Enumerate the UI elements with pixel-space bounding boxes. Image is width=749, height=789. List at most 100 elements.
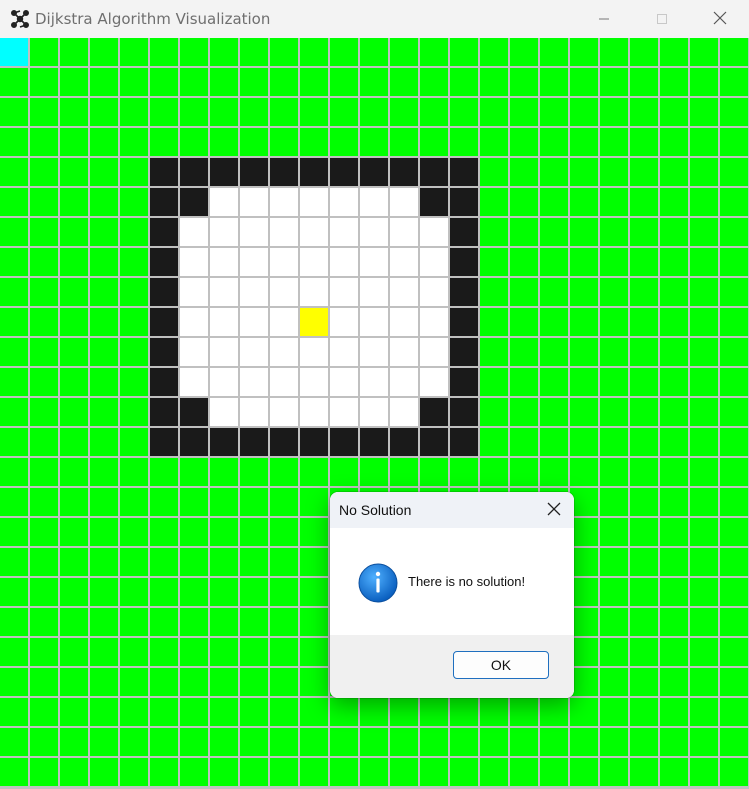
grid-cell-open[interactable] xyxy=(660,68,688,96)
grid-cell-open[interactable] xyxy=(300,488,328,516)
grid-cell-open[interactable] xyxy=(300,128,328,156)
grid-cell-open[interactable] xyxy=(480,218,508,246)
grid-cell-open[interactable] xyxy=(30,518,58,546)
grid-cell-open[interactable] xyxy=(570,98,598,126)
grid-cell-open[interactable] xyxy=(570,638,598,666)
grid-cell-open[interactable] xyxy=(510,278,538,306)
grid-cell-open[interactable] xyxy=(210,638,238,666)
grid-cell-open[interactable] xyxy=(720,38,748,66)
grid-cell-open[interactable] xyxy=(690,128,718,156)
grid-cell-open[interactable] xyxy=(60,308,88,336)
grid-cell-unvisited[interactable] xyxy=(390,278,418,306)
grid-cell-open[interactable] xyxy=(660,638,688,666)
grid-cell-open[interactable] xyxy=(420,698,448,726)
grid-cell-open[interactable] xyxy=(690,608,718,636)
grid-cell-open[interactable] xyxy=(600,38,628,66)
grid-cell-open[interactable] xyxy=(30,218,58,246)
grid-cell-open[interactable] xyxy=(0,278,28,306)
grid-cell-open[interactable] xyxy=(120,98,148,126)
grid-cell-open[interactable] xyxy=(30,668,58,696)
grid-cell-open[interactable] xyxy=(150,98,178,126)
grid-cell-open[interactable] xyxy=(180,548,208,576)
grid-cell-unvisited[interactable] xyxy=(360,248,388,276)
grid-cell-open[interactable] xyxy=(210,488,238,516)
grid-cell-open[interactable] xyxy=(690,248,718,276)
grid-cell-open[interactable] xyxy=(720,158,748,186)
grid-cell-open[interactable] xyxy=(360,128,388,156)
grid-cell-open[interactable] xyxy=(240,98,268,126)
grid-cell-open[interactable] xyxy=(0,608,28,636)
grid-cell-open[interactable] xyxy=(120,308,148,336)
grid-cell-open[interactable] xyxy=(60,458,88,486)
grid-cell-open[interactable] xyxy=(540,38,568,66)
grid-cell-open[interactable] xyxy=(90,188,118,216)
grid-cell-wall[interactable] xyxy=(150,248,178,276)
grid-cell-unvisited[interactable] xyxy=(390,368,418,396)
grid-cell-open[interactable] xyxy=(630,68,658,96)
grid-cell-wall[interactable] xyxy=(450,398,478,426)
grid-cell-open[interactable] xyxy=(60,578,88,606)
grid-cell-open[interactable] xyxy=(120,488,148,516)
grid-cell-open[interactable] xyxy=(600,458,628,486)
grid-cell-open[interactable] xyxy=(720,278,748,306)
grid-cell-open[interactable] xyxy=(690,98,718,126)
grid-cell-open[interactable] xyxy=(0,638,28,666)
grid-cell-open[interactable] xyxy=(0,428,28,456)
grid-cell-open[interactable] xyxy=(30,578,58,606)
grid-cell-open[interactable] xyxy=(510,758,538,786)
grid-cell-unvisited[interactable] xyxy=(390,218,418,246)
grid-cell-wall[interactable] xyxy=(420,398,448,426)
grid-cell-open[interactable] xyxy=(390,98,418,126)
grid-cell-open[interactable] xyxy=(720,398,748,426)
grid-cell-wall[interactable] xyxy=(420,428,448,456)
grid-cell-open[interactable] xyxy=(510,248,538,276)
grid-cell-open[interactable] xyxy=(540,758,568,786)
grid-cell-open[interactable] xyxy=(120,728,148,756)
grid-cell-open[interactable] xyxy=(150,608,178,636)
grid-cell-open[interactable] xyxy=(660,368,688,396)
grid-cell-open[interactable] xyxy=(600,218,628,246)
grid-cell-open[interactable] xyxy=(0,98,28,126)
grid-cell-wall[interactable] xyxy=(390,428,418,456)
grid-cell-open[interactable] xyxy=(60,338,88,366)
grid-cell-open[interactable] xyxy=(630,338,658,366)
grid-cell-unvisited[interactable] xyxy=(270,368,298,396)
grid-cell-unvisited[interactable] xyxy=(210,398,238,426)
grid-cell-open[interactable] xyxy=(120,668,148,696)
grid-cell-open[interactable] xyxy=(150,728,178,756)
grid-cell-wall[interactable] xyxy=(150,368,178,396)
grid-cell-open[interactable] xyxy=(570,458,598,486)
grid-cell-unvisited[interactable] xyxy=(330,338,358,366)
grid-cell-unvisited[interactable] xyxy=(180,368,208,396)
grid-cell-open[interactable] xyxy=(180,518,208,546)
grid-cell-open[interactable] xyxy=(660,698,688,726)
maximize-button[interactable] xyxy=(633,0,691,38)
grid-cell-open[interactable] xyxy=(570,218,598,246)
grid-cell-open[interactable] xyxy=(90,308,118,336)
grid-cell-open[interactable] xyxy=(690,158,718,186)
grid-cell-open[interactable] xyxy=(60,218,88,246)
grid-cell-open[interactable] xyxy=(690,188,718,216)
grid-cell-unvisited[interactable] xyxy=(270,338,298,366)
grid-cell-open[interactable] xyxy=(630,518,658,546)
grid-cell-open[interactable] xyxy=(480,308,508,336)
grid-cell-open[interactable] xyxy=(120,578,148,606)
title-bar[interactable]: Dijkstra Algorithm Visualization xyxy=(0,0,749,38)
grid-cell-open[interactable] xyxy=(90,428,118,456)
dialog-title-bar[interactable]: No Solution xyxy=(330,492,574,528)
grid-cell-open[interactable] xyxy=(300,728,328,756)
grid-cell-open[interactable] xyxy=(180,728,208,756)
grid-cell-open[interactable] xyxy=(60,488,88,516)
grid-cell-open[interactable] xyxy=(510,218,538,246)
grid-cell-open[interactable] xyxy=(690,308,718,336)
grid-cell-open[interactable] xyxy=(660,728,688,756)
grid-cell-unvisited[interactable] xyxy=(420,248,448,276)
grid-cell-open[interactable] xyxy=(300,668,328,696)
grid-cell-unvisited[interactable] xyxy=(210,218,238,246)
grid-cell-open[interactable] xyxy=(120,278,148,306)
grid-cell-open[interactable] xyxy=(120,248,148,276)
grid-cell-open[interactable] xyxy=(120,188,148,216)
grid-cell-open[interactable] xyxy=(210,128,238,156)
grid-cell-wall[interactable] xyxy=(390,158,418,186)
grid-cell-open[interactable] xyxy=(720,308,748,336)
